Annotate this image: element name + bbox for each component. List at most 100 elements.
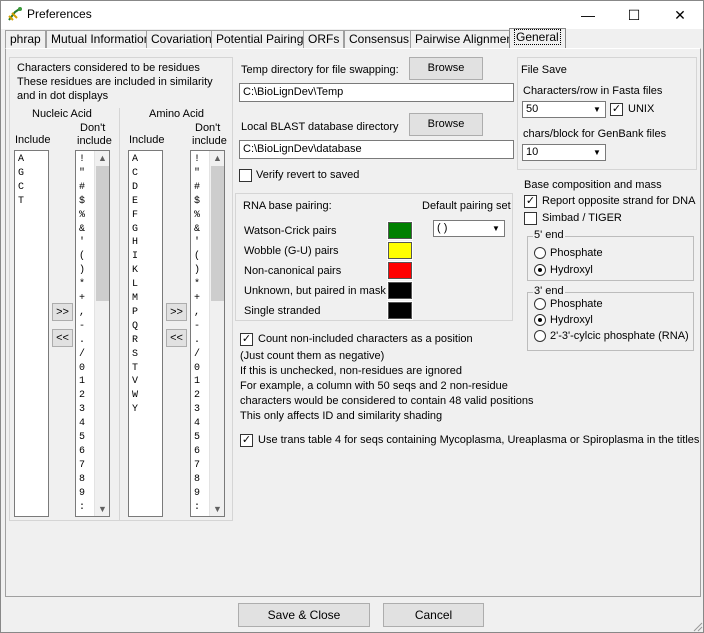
list-item[interactable]: 7: [194, 460, 200, 471]
wobble-color-swatch[interactable]: [387, 241, 413, 260]
amino-exclude-scrollbar[interactable]: ▲ ▼: [209, 151, 224, 516]
minimize-button[interactable]: —: [565, 1, 611, 29]
list-item[interactable]: C: [132, 168, 138, 179]
list-item[interactable]: ": [194, 168, 200, 179]
tab-mutual-information[interactable]: Mutual Information: [46, 30, 156, 48]
list-item[interactable]: W: [132, 390, 138, 401]
list-item[interactable]: $: [194, 196, 200, 207]
list-item[interactable]: 5: [194, 432, 200, 443]
list-item[interactable]: (: [79, 251, 85, 262]
list-item[interactable]: ': [194, 237, 200, 248]
count-non-included-checkbox[interactable]: ✓: [240, 333, 253, 346]
list-item[interactable]: !: [194, 154, 200, 165]
list-item[interactable]: L: [132, 279, 138, 290]
list-item[interactable]: &: [194, 224, 200, 235]
list-item[interactable]: /: [79, 349, 85, 360]
trans-table-checkbox[interactable]: ✓: [240, 434, 253, 447]
watson-crick-color-swatch[interactable]: [387, 221, 413, 240]
fasta-chars-select[interactable]: 50 ▼: [522, 101, 606, 118]
list-item[interactable]: ,: [79, 307, 85, 318]
blast-browse-button[interactable]: Browse: [409, 113, 483, 136]
list-item[interactable]: -: [194, 321, 200, 332]
list-item[interactable]: 5: [79, 432, 85, 443]
tab-pairwise-alignment[interactable]: Pairwise Alignment: [410, 30, 522, 48]
report-opposite-checkbox[interactable]: ✓: [524, 195, 537, 208]
scroll-thumb[interactable]: [211, 166, 224, 301]
nucleic-include-list[interactable]: AGCT: [14, 150, 49, 517]
list-item[interactable]: A: [132, 154, 138, 165]
list-item[interactable]: -: [79, 321, 85, 332]
list-item[interactable]: M: [132, 293, 138, 304]
list-item[interactable]: R: [132, 335, 138, 346]
list-item[interactable]: :: [79, 502, 85, 513]
list-item[interactable]: 8: [79, 474, 85, 485]
list-item[interactable]: %: [79, 210, 85, 221]
three-cyclic-phosphate-radio[interactable]: [534, 330, 546, 342]
list-item[interactable]: 0: [194, 363, 200, 374]
list-item[interactable]: 4: [79, 418, 85, 429]
maximize-button[interactable]: ☐: [611, 1, 657, 29]
default-pairing-select[interactable]: ( ) ▼: [433, 220, 505, 237]
unix-checkbox[interactable]: ✓: [610, 103, 623, 116]
list-item[interactable]: 3: [79, 404, 85, 415]
list-item[interactable]: 1: [79, 376, 85, 387]
list-item[interactable]: ': [79, 237, 85, 248]
list-item[interactable]: 6: [79, 446, 85, 457]
single-stranded-color-swatch[interactable]: [387, 301, 413, 320]
tab-covariation[interactable]: Covariation: [146, 30, 217, 48]
list-item[interactable]: &: [79, 224, 85, 235]
list-item[interactable]: #: [79, 182, 85, 193]
close-button[interactable]: ✕: [657, 1, 703, 29]
list-item[interactable]: +: [194, 293, 200, 304]
list-item[interactable]: ": [79, 168, 85, 179]
simbad-checkbox[interactable]: [524, 212, 537, 225]
list-item[interactable]: :: [194, 502, 200, 513]
nucleic-move-left-button[interactable]: <<: [52, 329, 73, 347]
list-item[interactable]: (: [194, 251, 200, 262]
list-item[interactable]: 8: [194, 474, 200, 485]
genbank-chars-select[interactable]: 10 ▼: [522, 144, 606, 161]
list-item[interactable]: %: [194, 210, 200, 221]
list-item[interactable]: *: [79, 279, 85, 290]
scroll-down-icon[interactable]: ▼: [210, 502, 225, 516]
nucleic-exclude-list[interactable]: ▲ ▼ ! " # $% & ' () * +, -. / 0 1 2 3 4 5 6 7 8 9:: [75, 150, 110, 517]
amino-move-left-button[interactable]: <<: [166, 329, 187, 347]
tab-orfs[interactable]: ORFs: [303, 30, 345, 48]
three-phosphate-radio[interactable]: [534, 298, 546, 310]
list-item[interactable]: 3: [194, 404, 200, 415]
list-item[interactable]: $: [79, 196, 85, 207]
list-item[interactable]: G: [132, 224, 138, 235]
list-item[interactable]: +: [79, 293, 85, 304]
chevron-down-icon[interactable]: ▼: [488, 221, 504, 236]
temp-dir-field[interactable]: C:\BioLignDev\Temp: [239, 83, 514, 102]
list-item[interactable]: P: [132, 307, 138, 318]
list-item[interactable]: 6: [194, 446, 200, 457]
list-item[interactable]: V: [132, 376, 138, 387]
list-item[interactable]: .: [194, 335, 200, 346]
nucleic-move-right-button[interactable]: >>: [52, 303, 73, 321]
list-item[interactable]: .: [79, 335, 85, 346]
list-item[interactable]: 0: [79, 363, 85, 374]
amino-move-right-button[interactable]: >>: [166, 303, 187, 321]
blast-dir-field[interactable]: C:\BioLignDev\database: [239, 140, 514, 159]
tab-phrap[interactable]: phrap: [5, 30, 46, 48]
tab-general[interactable]: General: [509, 28, 566, 48]
list-item[interactable]: 9: [194, 488, 200, 499]
chevron-down-icon[interactable]: ▼: [589, 102, 605, 117]
verify-checkbox[interactable]: [239, 169, 252, 182]
list-item[interactable]: ,: [194, 307, 200, 318]
amino-include-list[interactable]: ACDEFGHIKLMPQRSTVWY: [128, 150, 163, 517]
list-item[interactable]: T: [132, 363, 138, 374]
list-item[interactable]: S: [132, 349, 138, 360]
chevron-down-icon[interactable]: ▼: [589, 145, 605, 160]
cancel-button[interactable]: Cancel: [383, 603, 484, 627]
tab-potential-pairings[interactable]: Potential Pairings: [211, 30, 315, 48]
list-item[interactable]: ): [79, 265, 85, 276]
list-item[interactable]: /: [194, 349, 200, 360]
list-item[interactable]: T: [18, 196, 24, 207]
list-item[interactable]: Y: [132, 404, 138, 415]
list-item[interactable]: 1: [194, 376, 200, 387]
list-item[interactable]: E: [132, 196, 138, 207]
list-item[interactable]: Q: [132, 321, 138, 332]
tab-consensus[interactable]: Consensus: [344, 30, 415, 48]
